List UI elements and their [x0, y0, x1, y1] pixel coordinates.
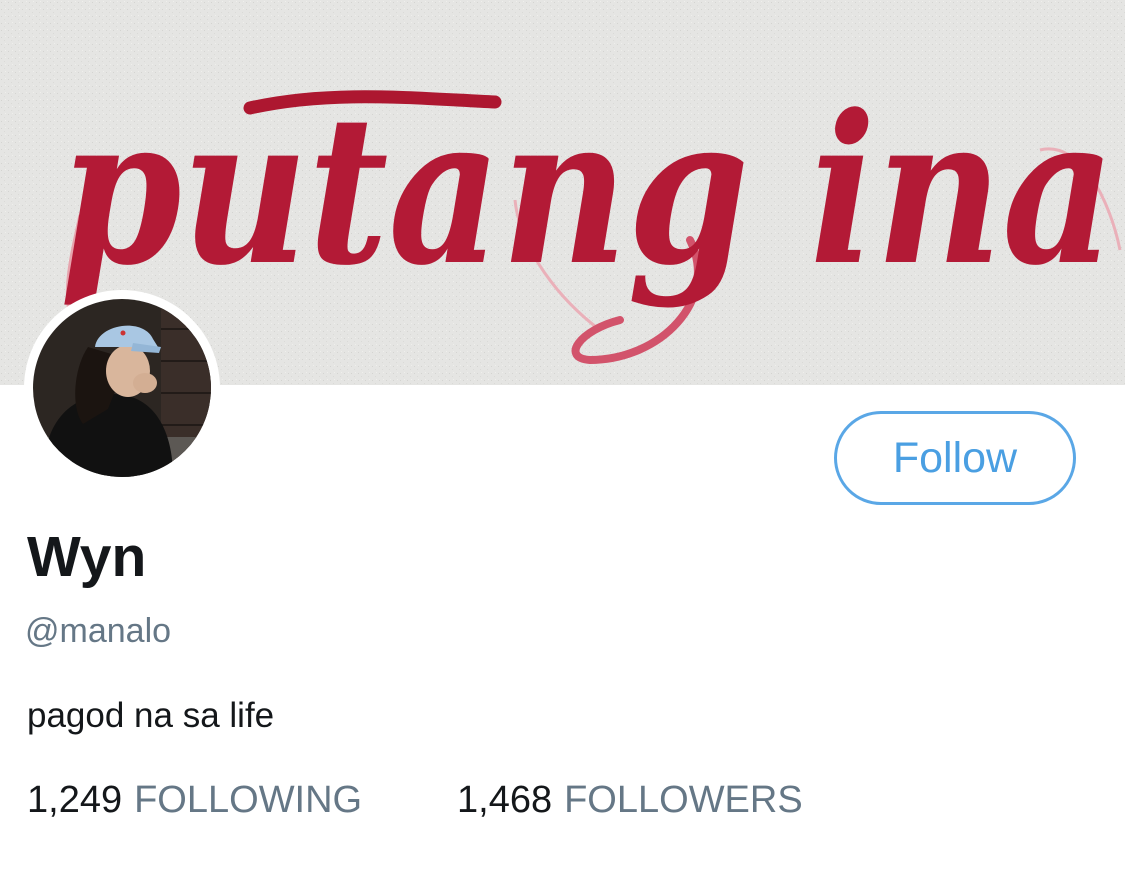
followers-label: FOLLOWERS — [564, 779, 803, 821]
following-label: FOLLOWING — [134, 779, 363, 821]
following-stat[interactable]: 1,249 FOLLOWING — [27, 776, 362, 824]
following-count: 1,249 — [27, 779, 123, 821]
profile-bio: pagod na sa life — [27, 696, 275, 735]
display-name: Wyn — [27, 525, 147, 589]
svg-text:putang ina: putang ina — [60, 71, 1115, 311]
banner-lettering: putang ina — [60, 71, 1115, 311]
followers-stat[interactable]: 1,468 FOLLOWERS — [457, 776, 803, 824]
profile-page: putang ina Follow Wyn @manalo pagod na s… — [0, 0, 1125, 873]
profile-handle: @manalo — [25, 612, 172, 650]
followers-count: 1,468 — [457, 779, 553, 821]
follow-button[interactable]: Follow — [834, 411, 1076, 505]
avatar[interactable] — [33, 299, 211, 477]
